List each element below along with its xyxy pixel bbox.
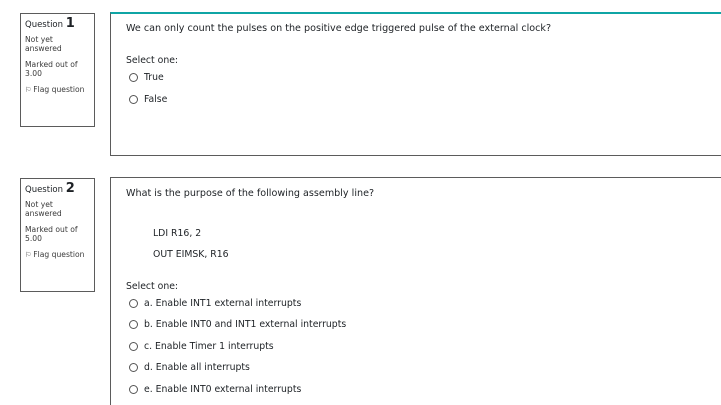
- flag-label: Flag question: [33, 85, 85, 94]
- option-label: a. Enable INT1 external interrupts: [144, 298, 302, 309]
- question-1-option-false[interactable]: False: [129, 94, 167, 105]
- question-1-text: We can only count the pulses on the posi…: [126, 23, 552, 34]
- question-2-option-e[interactable]: e. Enable INT0 external interrupts: [129, 384, 301, 395]
- radio-button[interactable]: [129, 342, 138, 351]
- option-label: True: [144, 72, 164, 83]
- radio-button[interactable]: [129, 73, 138, 82]
- option-label: False: [144, 94, 168, 105]
- radio-button[interactable]: [129, 363, 138, 372]
- question-2-flag-link[interactable]: ⚐ Flag question: [25, 250, 90, 260]
- question-2-number: Question 2: [25, 182, 90, 197]
- radio-button[interactable]: [129, 320, 138, 329]
- option-label: c. Enable Timer 1 interrupts: [144, 341, 274, 352]
- question-2-option-b[interactable]: b. Enable INT0 and INT1 external interru…: [129, 319, 346, 330]
- question-1-flag-link[interactable]: ⚐ Flag question: [25, 85, 90, 95]
- flag-label: Flag question: [33, 250, 85, 259]
- question-1-option-true[interactable]: True: [129, 72, 164, 83]
- question-2-code-line-2: OUT EIMSK, R16: [153, 249, 229, 260]
- question-2-status: Not yet answered: [25, 200, 62, 218]
- radio-button[interactable]: [129, 385, 138, 394]
- question-1-status: Not yet answered: [25, 35, 62, 53]
- question-number: 1: [65, 16, 75, 31]
- option-label: e. Enable INT0 external interrupts: [144, 384, 302, 395]
- flag-icon: ⚐: [25, 86, 32, 94]
- flag-icon: ⚐: [25, 251, 32, 259]
- question-label: Question: [25, 185, 64, 195]
- radio-button[interactable]: [129, 95, 138, 104]
- question-number: 2: [65, 181, 75, 196]
- question-1-number: Question 1: [25, 17, 90, 32]
- question-1-marks: Marked out of 3.00: [25, 60, 78, 78]
- question-1-select-label: Select one:: [126, 55, 179, 66]
- radio-button[interactable]: [129, 299, 138, 308]
- question-2-option-a[interactable]: a. Enable INT1 external interrupts: [129, 298, 301, 309]
- question-2-marks: Marked out of 5.00: [25, 225, 78, 243]
- question-1-info: Question 1 Not yet answered Marked out o…: [20, 13, 95, 127]
- question-2-text: What is the purpose of the following ass…: [126, 188, 375, 199]
- option-label: d. Enable all interrupts: [144, 362, 250, 373]
- question-2-select-label: Select one:: [126, 281, 179, 292]
- question-2-option-c[interactable]: c. Enable Timer 1 interrupts: [129, 341, 274, 352]
- question-2-info: Question 2 Not yet answered Marked out o…: [20, 178, 95, 292]
- question-label: Question: [25, 20, 64, 30]
- question-2-option-d[interactable]: d. Enable all interrupts: [129, 362, 250, 373]
- option-label: b. Enable INT0 and INT1 external interru…: [144, 319, 347, 330]
- question-2-code-line-1: LDI R16, 2: [153, 228, 202, 239]
